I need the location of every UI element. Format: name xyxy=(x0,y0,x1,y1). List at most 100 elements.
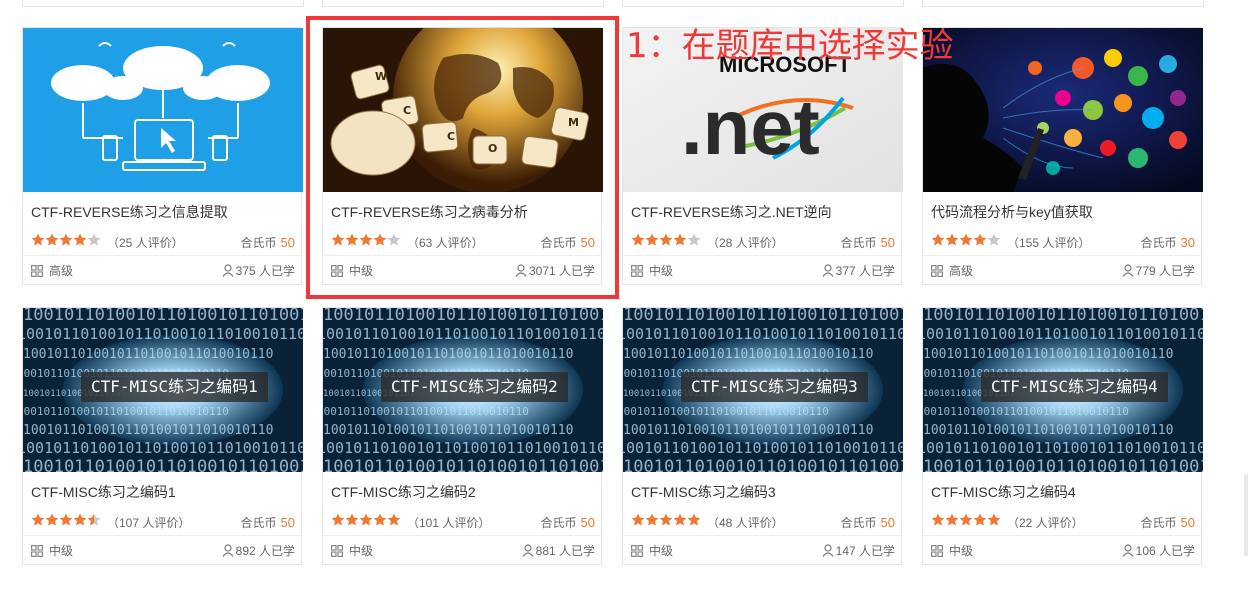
previous-row-card-edge xyxy=(322,0,604,7)
grid-icon xyxy=(931,264,943,277)
meta-row: 中级 106 人已学 xyxy=(931,542,1195,560)
card-divider xyxy=(623,535,901,536)
price: 合氏币 50 xyxy=(841,514,895,531)
difficulty-label: 中级 xyxy=(649,544,674,558)
course-thumbnail[interactable]: W C C O M xyxy=(323,28,603,192)
svg-text:C: C xyxy=(447,130,455,143)
course-card[interactable]: 代码流程分析与key值获取 （155 人评价） 合氏币 30 高级 779 人已学 xyxy=(922,27,1203,285)
svg-text:100101101001011010010110100101: 10010110100101101001011010010110 xyxy=(923,405,1129,418)
difficulty: 中级 xyxy=(31,542,73,559)
course-title[interactable]: CTF-MISC练习之编码4 xyxy=(931,482,1076,502)
course-thumbnail[interactable]: 1001011010010110100101101001011010010110… xyxy=(623,308,903,472)
course-title[interactable]: CTF-MISC练习之编码3 xyxy=(631,482,776,502)
learner-count-label: 3071 人已学 xyxy=(528,264,595,278)
star-icon xyxy=(359,513,373,526)
previous-row-card-edge xyxy=(922,0,1204,7)
star-icon xyxy=(59,233,73,246)
scrollbar[interactable] xyxy=(1244,474,1248,556)
star-icon xyxy=(645,513,659,526)
course-card[interactable]: 1001011010010110100101101001011010010110… xyxy=(22,307,303,565)
meta-row: 高级 779 人已学 xyxy=(931,262,1195,280)
difficulty: 中级 xyxy=(331,262,373,279)
rating-stars-icon xyxy=(631,233,701,247)
star-icon xyxy=(631,233,645,246)
svg-text:100101101001011010010110100101: 10010110100101101001011010010110 xyxy=(923,457,1203,472)
course-card[interactable]: W C C O M CTF-REVERSE练习之病毒分析 （63 人评价） 合氏币 50… xyxy=(322,27,603,285)
rating-row: （22 人评价） 合氏币 50 xyxy=(931,512,1195,530)
dotnet-wordmark: .net xyxy=(681,83,820,171)
course-title[interactable]: CTF-MISC练习之编码1 xyxy=(31,482,176,502)
learner-count-label: 881 人已学 xyxy=(535,544,595,558)
svg-text:100101101001011010010110100101: 10010110100101101001011010010110 xyxy=(23,439,303,457)
learner-count-label: 779 人已学 xyxy=(1135,264,1195,278)
course-card[interactable]: 1001011010010110100101101001011010010110… xyxy=(622,307,903,565)
course-title[interactable]: CTF-REVERSE练习之信息提取 xyxy=(31,202,228,222)
course-title[interactable]: CTF-REVERSE练习之病毒分析 xyxy=(331,202,528,222)
star-icon xyxy=(959,233,973,246)
svg-text:100101101001011010010110100101: 10010110100101101001011010010110 xyxy=(323,439,603,457)
course-thumbnail[interactable] xyxy=(923,28,1203,192)
star-icon xyxy=(73,233,87,246)
card-divider xyxy=(23,535,301,536)
learner-count: 3071 人已学 xyxy=(515,262,595,279)
difficulty: 中级 xyxy=(631,262,673,279)
card-divider xyxy=(923,535,1201,536)
course-thumbnail[interactable]: 1001011010010110100101101001011010010110… xyxy=(323,308,603,472)
price-value: 50 xyxy=(1180,515,1195,530)
learner-count-label: 892 人已学 xyxy=(235,544,295,558)
difficulty-label: 中级 xyxy=(349,264,374,278)
svg-text:100101101001011010010110100101: 10010110100101101001011010010110 xyxy=(623,439,903,457)
course-thumbnail[interactable]: 1001011010010110100101101001011010010110… xyxy=(923,308,1203,472)
course-card[interactable]: CTF-REVERSE练习之信息提取 （25 人评价） 合氏币 50 高级 375… xyxy=(22,27,303,285)
meta-row: 中级 377 人已学 xyxy=(631,262,895,280)
review-count: （107 人评价） xyxy=(107,516,191,530)
card-divider xyxy=(323,535,601,536)
price-label: 合氏币 xyxy=(540,236,577,250)
star-icon xyxy=(345,513,359,526)
user-icon xyxy=(522,544,534,557)
star-icon xyxy=(973,513,987,526)
annotation-text: 1：在题库中选择实验 xyxy=(626,26,954,66)
star-icon xyxy=(87,513,101,526)
price: 合氏币 30 xyxy=(1141,234,1195,251)
card-divider xyxy=(23,255,301,256)
star-icon xyxy=(45,233,59,246)
grid-icon xyxy=(331,544,343,557)
star-icon xyxy=(387,513,401,526)
price-label: 合氏币 xyxy=(1140,516,1177,530)
grid-icon xyxy=(331,264,343,277)
course-title[interactable]: CTF-MISC练习之编码2 xyxy=(331,482,476,502)
course-card[interactable]: 1001011010010110100101101001011010010110… xyxy=(922,307,1203,565)
rating-row: （63 人评价） 合氏币 50 xyxy=(331,232,595,250)
svg-text:C: C xyxy=(403,104,411,117)
price: 合氏币 50 xyxy=(1141,514,1195,531)
star-icon xyxy=(31,513,45,526)
star-icon xyxy=(31,233,45,246)
course-card[interactable]: 1001011010010110100101101001011010010110… xyxy=(322,307,603,565)
svg-text:100101101001011010010110100101: 10010110100101101001011010010110 xyxy=(623,325,903,343)
star-icon xyxy=(45,513,59,526)
price-value: 50 xyxy=(580,515,595,530)
star-icon xyxy=(331,513,345,526)
grid-icon xyxy=(31,544,43,557)
price-value: 50 xyxy=(280,235,295,250)
rating-stars-icon xyxy=(331,513,401,527)
star-icon xyxy=(959,513,973,526)
grid-icon xyxy=(631,264,643,277)
user-icon xyxy=(1122,544,1134,557)
grid-icon xyxy=(631,544,643,557)
thumbnail-label: CTF-MISC练习之编码2 xyxy=(381,372,568,402)
course-thumbnail[interactable] xyxy=(23,28,303,192)
price-label: 合氏币 xyxy=(240,236,277,250)
course-title[interactable]: 代码流程分析与key值获取 xyxy=(931,202,1093,222)
svg-text:100101101001011010010110100101: 10010110100101101001011010010110 xyxy=(923,439,1203,457)
difficulty-label: 中级 xyxy=(349,544,374,558)
course-thumbnail[interactable]: 1001011010010110100101101001011010010110… xyxy=(23,308,303,472)
svg-text:100101101001011010010110100101: 10010110100101101001011010010110 xyxy=(923,308,1203,325)
learner-count-label: 147 人已学 xyxy=(835,544,895,558)
rating-stars-icon xyxy=(931,513,1001,527)
course-title[interactable]: CTF-REVERSE练习之.NET逆向 xyxy=(631,202,832,222)
svg-text:100101101001011010010110100101: 10010110100101101001011010010110 xyxy=(623,457,903,472)
rating-row: （155 人评价） 合氏币 30 xyxy=(931,232,1195,250)
star-icon xyxy=(673,513,687,526)
